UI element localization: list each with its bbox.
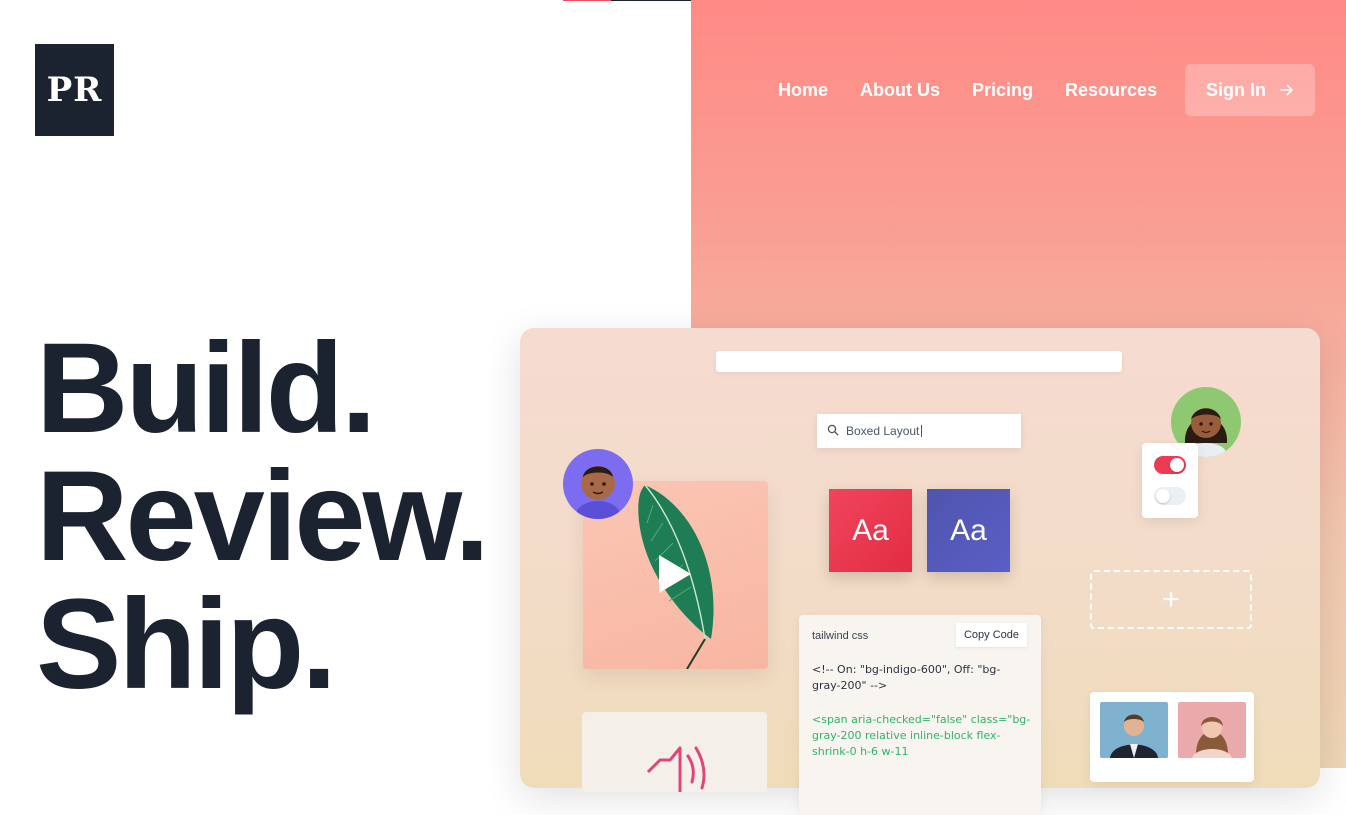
- headline-line-review: Review.: [36, 445, 490, 588]
- toggle-switch-off[interactable]: [1154, 487, 1186, 505]
- avatar: [563, 449, 633, 519]
- toggle-knob: [1156, 489, 1170, 503]
- team-member-photo: [1100, 702, 1168, 758]
- arrow-right-icon: [1280, 80, 1294, 101]
- hero-headline: Build. Review. Ship.: [36, 317, 490, 716]
- search-value: Boxed Layout: [846, 424, 920, 438]
- search-icon: [827, 424, 846, 439]
- speaker-icon: [646, 746, 706, 792]
- mockup-search-input[interactable]: Boxed Layout: [817, 414, 1021, 448]
- top-strip-accent: [563, 0, 611, 1]
- text-caret: [921, 425, 923, 437]
- plus-icon: +: [1162, 582, 1180, 616]
- nav-link-pricing[interactable]: Pricing: [972, 80, 1033, 101]
- nav-link-home[interactable]: Home: [778, 80, 828, 101]
- product-mockup: Boxed Layout Aa Aa + tailwind css Copy C…: [520, 328, 1320, 815]
- typography-sample-indigo[interactable]: Aa: [927, 489, 1010, 572]
- code-comment: <!-- On: "bg-indigo-600", Off: "bg-gray-…: [812, 663, 1001, 692]
- add-component-placeholder[interactable]: +: [1090, 570, 1252, 629]
- headline-line-build: Build.: [36, 317, 376, 460]
- nav-link-resources[interactable]: Resources: [1065, 80, 1157, 101]
- team-member-photo: [1178, 702, 1246, 758]
- logo[interactable]: PR: [35, 44, 114, 136]
- typography-sample-red[interactable]: Aa: [829, 489, 912, 572]
- toggle-card: [1142, 443, 1198, 518]
- sign-in-label: Sign In: [1206, 79, 1266, 100]
- headline-line-ship: Ship.: [36, 573, 337, 716]
- copy-code-button[interactable]: Copy Code: [955, 623, 1027, 647]
- main-nav: Home About Us Pricing Resources: [778, 64, 1189, 116]
- play-icon[interactable]: [659, 555, 691, 593]
- code-card-title: tailwind css: [812, 630, 869, 642]
- toggle-switch-on[interactable]: [1154, 456, 1186, 474]
- team-photos-card: [1090, 692, 1254, 782]
- code-snippet-card: tailwind css Copy Code <!-- On: "bg-indi…: [799, 615, 1041, 815]
- nav-link-about-us[interactable]: About Us: [860, 80, 940, 101]
- mockup-address-bar: [716, 351, 1122, 372]
- audio-card[interactable]: [582, 712, 767, 792]
- toggle-knob: [1170, 458, 1184, 472]
- sign-in-button[interactable]: Sign In: [1185, 64, 1315, 116]
- code-snippet: <span aria-checked="false" class="bg-gra…: [812, 713, 1031, 758]
